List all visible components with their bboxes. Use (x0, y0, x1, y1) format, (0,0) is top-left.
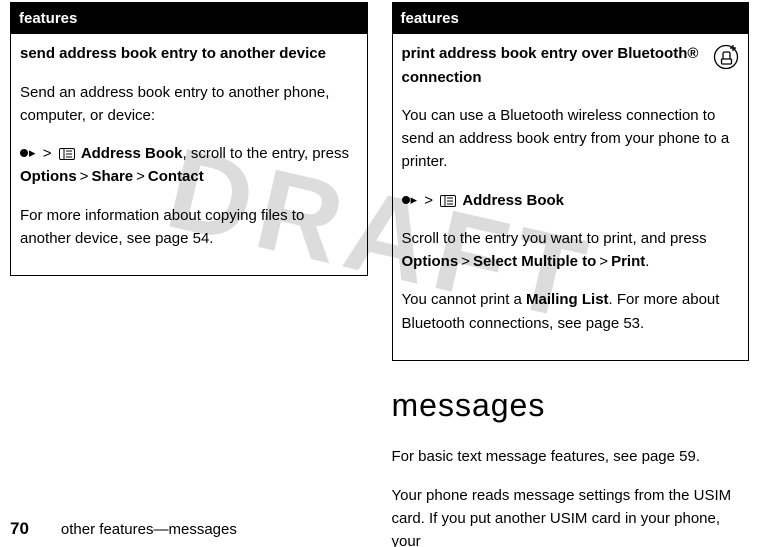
right-feature-title: print address book entry over Bluetooth®… (402, 42, 740, 89)
right-mailing-list: Mailing List (526, 291, 609, 308)
right-p2: Scroll to the entry you want to print, a… (402, 227, 740, 274)
left-nav-tail: , scroll to the entry, press (183, 145, 349, 162)
center-key-arrow: ▸ (29, 145, 36, 160)
center-key-icon (402, 196, 410, 204)
section-heading-messages: messages (392, 381, 750, 431)
left-opt2: Share (91, 168, 133, 185)
footer-text: other features—messages (61, 521, 237, 538)
left-feature-title: send address book entry to another devic… (20, 42, 358, 65)
two-column-layout: features send address book entry to anot… (0, 0, 759, 547)
right-table-cell: print address book entry over Bluetooth®… (392, 34, 749, 360)
right-feature-table: features print address book entry over B… (392, 2, 750, 361)
left-column: features send address book entry to anot… (10, 2, 368, 547)
center-key-icon (20, 149, 28, 157)
right-opt2: Select Multiple to (473, 253, 596, 270)
bluetooth-indicator-icon (713, 44, 739, 77)
right-p3a: You cannot print a (402, 291, 527, 308)
center-key-arrow: ▸ (411, 192, 418, 207)
body-p1: For basic text message features, see pag… (392, 445, 750, 468)
right-p3: You cannot print a Mailing List. For mor… (402, 288, 740, 335)
left-feature-table: features send address book entry to anot… (10, 2, 368, 276)
right-column: features print address book entry over B… (392, 2, 750, 547)
gt: > (461, 253, 470, 270)
left-opt3: Contact (148, 168, 204, 185)
address-book-icon (440, 195, 456, 207)
gt: > (80, 168, 89, 185)
left-nav-path: ▸ > Address Book, scroll to the entry, p… (20, 142, 358, 189)
left-table-cell: send address book entry to another devic… (11, 34, 368, 275)
right-nav-item: Address Book (462, 192, 564, 209)
address-book-icon (59, 148, 75, 160)
left-opt1: Options (20, 168, 77, 185)
right-p2a: Scroll to the entry you want to print, a… (402, 230, 707, 247)
right-nav-path: ▸ > Address Book (402, 189, 740, 212)
gt: > (599, 253, 608, 270)
right-opt3: Print (611, 253, 645, 270)
body-p2: Your phone reads message settings from t… (392, 484, 750, 547)
page-number: 70 (10, 519, 29, 539)
page-footer: 70 other features—messages (10, 519, 237, 539)
gt: > (43, 145, 52, 162)
right-opt1: Options (402, 253, 459, 270)
left-nav-item: Address Book (81, 145, 183, 162)
right-p1: You can use a Bluetooth wireless connect… (402, 104, 740, 174)
gt: > (424, 192, 433, 209)
left-p2: For more information about copying files… (20, 204, 358, 251)
left-table-header: features (11, 3, 368, 35)
gt: > (136, 168, 145, 185)
right-table-header: features (392, 3, 749, 35)
left-p1: Send an address book entry to another ph… (20, 81, 358, 128)
